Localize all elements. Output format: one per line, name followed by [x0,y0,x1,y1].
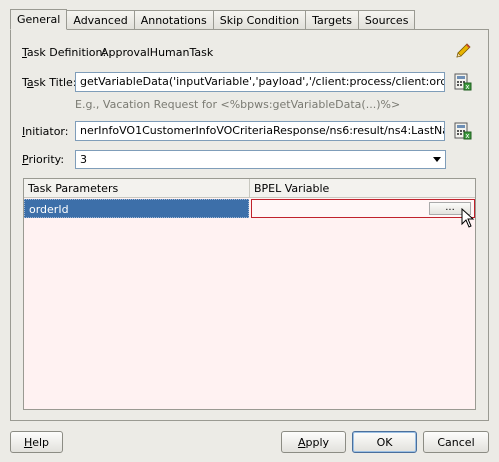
ok-button[interactable]: OK [352,431,417,453]
table-row: orderId ... [24,199,475,218]
tab-skip-condition[interactable]: Skip Condition [213,10,307,29]
tab-general[interactable]: General [10,9,68,30]
expression-builder-icon[interactable]: x [454,122,472,140]
priority-label: Priority: [22,153,65,166]
svg-text:x: x [465,83,469,91]
column-header-task-parameters[interactable]: Task Parameters [24,179,250,198]
expression-builder-icon[interactable]: x [454,73,472,91]
task-title-hint: E.g., Vacation Request for <%bpws:getVar… [75,98,401,111]
tab-bar: General Advanced Annotations Skip Condit… [10,9,416,30]
bpel-variable-cell[interactable]: ... [251,199,475,218]
help-button[interactable]: Help [10,431,63,453]
task-definition-label: Task Definition: [22,46,107,59]
task-parameter-cell[interactable]: orderId [24,199,249,218]
general-panel: Task Definition: ApprovalHumanTask Task … [10,29,489,421]
initiator-label: Initiator: [22,125,69,138]
task-title-label: Task Title: [22,76,77,89]
initiator-field[interactable]: nerInfoVO1CustomerInfoVOCriteriaResponse… [75,121,445,141]
tab-targets[interactable]: Targets [306,10,359,29]
column-header-bpel-variable[interactable]: BPEL Variable [250,179,475,198]
pencil-icon[interactable] [454,42,472,60]
cancel-button[interactable]: Cancel [423,431,489,453]
chevron-down-icon [433,157,441,162]
task-title-field[interactable]: getVariableData('inputVariable','payload… [75,72,445,92]
task-definition-value: ApprovalHumanTask [101,46,214,59]
priority-value: 3 [80,153,87,166]
table-header: Task Parameters BPEL Variable [24,179,475,198]
priority-select[interactable]: 3 [75,150,446,169]
tab-sources[interactable]: Sources [358,10,416,29]
cursor-icon [461,208,475,228]
task-parameters-table: Task Parameters BPEL Variable orderId ..… [23,178,476,410]
svg-text:x: x [465,132,469,140]
tab-annotations[interactable]: Annotations [134,10,214,29]
tab-advanced[interactable]: Advanced [67,10,135,29]
apply-button[interactable]: Apply [281,431,346,453]
